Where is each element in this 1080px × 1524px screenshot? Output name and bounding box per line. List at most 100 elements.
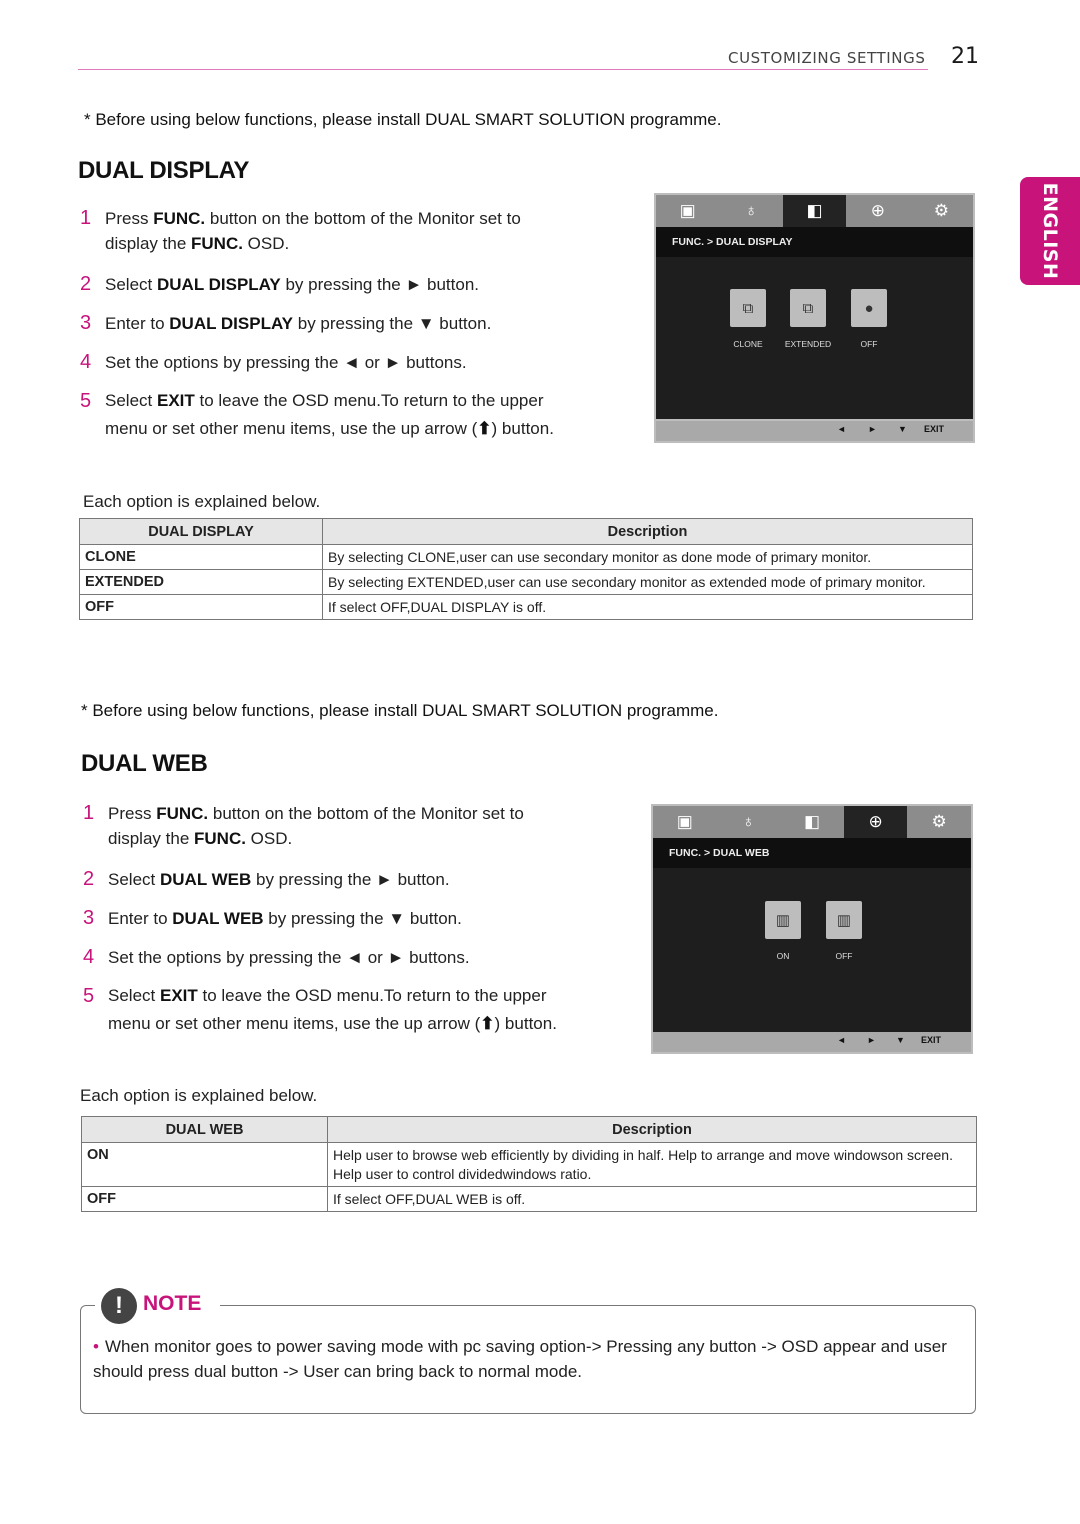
section-heading-dual-web: DUAL WEB	[81, 750, 208, 777]
step-number: 4	[80, 351, 92, 373]
step-number: 1	[83, 802, 95, 824]
osd-option-off[interactable]: ●	[851, 289, 887, 327]
osd-tab-gear[interactable]: ⚙	[910, 195, 973, 227]
prereq-note: * Before using below functions, please i…	[81, 701, 719, 720]
step-number: 4	[83, 946, 95, 968]
gear-icon: ⚙	[933, 201, 949, 220]
step-text: Select DUAL WEB by pressing the ► button…	[108, 870, 450, 889]
osd-tab-dual-display[interactable]: ◧	[780, 806, 844, 838]
down-arrow-button[interactable]: ▼	[898, 424, 907, 434]
osd-control-bar: ◄ ► ▼ EXIT	[656, 421, 973, 441]
right-arrow-button[interactable]: ►	[868, 424, 877, 434]
option-desc: By selecting CLONE,user can use secondar…	[322, 544, 973, 570]
option-key: ON	[81, 1142, 328, 1187]
step-number: 1	[80, 207, 92, 229]
gear-icon: ⚙	[931, 812, 947, 831]
step-number: 5	[80, 390, 92, 412]
step-number: 2	[83, 868, 95, 890]
extended-monitor-icon: ⧉	[802, 299, 814, 317]
bulb-icon: ♁	[742, 812, 755, 831]
option-key: CLONE	[79, 544, 323, 570]
osd-tab-picture[interactable]: ▣	[656, 195, 719, 227]
osd-body: ⧉ CLONE ⧉ EXTENDED ● OFF	[656, 257, 973, 419]
osd-option-label: OFF	[860, 339, 878, 349]
step-text: Select DUAL DISPLAY by pressing the ► bu…	[105, 275, 480, 294]
step-text: Set the options by pressing the ◄ or ► b…	[108, 948, 470, 967]
osd-option-label: OFF	[835, 951, 853, 961]
osd-option-on[interactable]: ▥	[765, 901, 801, 939]
page-number: 21	[951, 44, 979, 69]
dual-web-table: DUAL WEB Description ON Help user to bro…	[81, 1116, 977, 1212]
column-header: Description	[327, 1116, 977, 1143]
explain-text: Each option is explained below.	[83, 492, 321, 511]
language-tab-label: ENGLISH	[1039, 182, 1061, 280]
option-key: EXTENDED	[79, 569, 323, 595]
option-desc: If select OFF,DUAL DISPLAY is off.	[322, 594, 973, 620]
exit-button[interactable]: EXIT	[921, 1035, 941, 1045]
table-row: ON Help user to browse web efficiently b…	[81, 1142, 977, 1187]
column-header: DUAL WEB	[81, 1116, 328, 1143]
section-title: CUSTOMIZING SETTINGS	[728, 49, 926, 67]
option-desc: By selecting EXTENDED,user can use secon…	[322, 569, 973, 595]
globe-icon: ⊕	[868, 812, 883, 831]
table-header-row: DUAL WEB Description	[81, 1116, 977, 1143]
option-key: OFF	[81, 1186, 328, 1212]
exit-button[interactable]: EXIT	[924, 424, 944, 434]
left-arrow-button[interactable]: ◄	[837, 1035, 846, 1045]
dual-web-icon: ▥	[775, 912, 791, 929]
left-arrow-button[interactable]: ◄	[837, 424, 846, 434]
up-arrow-icon: ⬆	[477, 419, 492, 438]
section-heading-dual-display: DUAL DISPLAY	[78, 157, 250, 184]
table-row: CLONE By selecting CLONE,user can use se…	[79, 544, 973, 570]
osd-option-off[interactable]: ▥	[826, 901, 862, 939]
right-arrow-button[interactable]: ►	[867, 1035, 876, 1045]
osd-option-extended[interactable]: ⧉	[790, 289, 826, 327]
down-arrow-button[interactable]: ▼	[896, 1035, 905, 1045]
osd-body: ▥ ON ▥ OFF	[653, 868, 971, 1032]
dual-display-table: DUAL DISPLAY Description CLONE By select…	[79, 518, 973, 620]
osd-option-label: CLONE	[733, 339, 763, 349]
table-row: EXTENDED By selecting EXTENDED,user can …	[79, 569, 973, 595]
step-text: Enter to DUAL DISPLAY by pressing the ▼ …	[105, 314, 492, 333]
osd-tab-bulb[interactable]: ♁	[719, 195, 782, 227]
step-number: 3	[80, 312, 92, 334]
bulb-icon: ♁	[744, 201, 758, 220]
explain-text: Each option is explained below.	[80, 1086, 318, 1105]
step-text: Select EXIT to leave the OSD menu.To ret…	[105, 391, 554, 438]
osd-tab-gear[interactable]: ⚙	[907, 806, 971, 838]
osd-control-bar: ◄ ► ▼ EXIT	[653, 1032, 971, 1052]
note-title: NOTE	[143, 1292, 202, 1315]
step-number: 5	[83, 985, 95, 1007]
osd-tab-bulb[interactable]: ♁	[717, 806, 781, 838]
step-text: Press FUNC. button on the bottom of the …	[105, 209, 521, 253]
table-header-row: DUAL DISPLAY Description	[79, 518, 973, 545]
osd-dual-display: ▣ ♁ ◧ ⊕ ⚙ FUNC. > DUAL DISPLAY ⧉ CLONE ⧉…	[654, 193, 975, 443]
step-text: Press FUNC. button on the bottom of the …	[108, 804, 524, 848]
language-tab[interactable]: ENGLISH	[1020, 177, 1080, 285]
note-body: • When monitor goes to power saving mode …	[93, 1334, 953, 1384]
osd-tab-globe[interactable]: ⊕	[846, 195, 909, 227]
note-text: When monitor goes to power saving mode w…	[93, 1337, 947, 1381]
step-text: Enter to DUAL WEB by pressing the ▼ butt…	[108, 909, 462, 928]
header-rule	[78, 69, 928, 70]
osd-option-label: ON	[776, 951, 790, 961]
option-desc: If select OFF,DUAL WEB is off.	[327, 1186, 977, 1212]
osd-tab-globe[interactable]: ⊕	[843, 806, 908, 838]
step-number: 3	[83, 907, 95, 929]
osd-tab-picture[interactable]: ▣	[653, 806, 717, 838]
osd-dual-web: ▣ ♁ ◧ ⊕ ⚙ FUNC. > DUAL WEB ▥ ON ▥ OFF ◄ …	[651, 804, 973, 1054]
exclamation-icon: !	[101, 1288, 137, 1324]
column-header: Description	[322, 518, 973, 545]
bullet-icon: •	[93, 1337, 99, 1356]
table-row: OFF If select OFF,DUAL DISPLAY is off.	[79, 594, 973, 620]
osd-option-clone[interactable]: ⧉	[730, 289, 766, 327]
dual-web-icon: ▥	[836, 912, 852, 929]
globe-icon: ⊕	[870, 201, 886, 220]
osd-tab-dual-display[interactable]: ◧	[782, 195, 847, 227]
column-header: DUAL DISPLAY	[79, 518, 323, 545]
prereq-note: * Before using below functions, please i…	[84, 110, 722, 129]
clone-monitor-icon: ⧉	[742, 299, 754, 317]
step-number: 2	[80, 273, 92, 295]
osd-tabs: ▣ ♁ ◧ ⊕ ⚙	[656, 195, 973, 227]
option-key: OFF	[79, 594, 323, 620]
